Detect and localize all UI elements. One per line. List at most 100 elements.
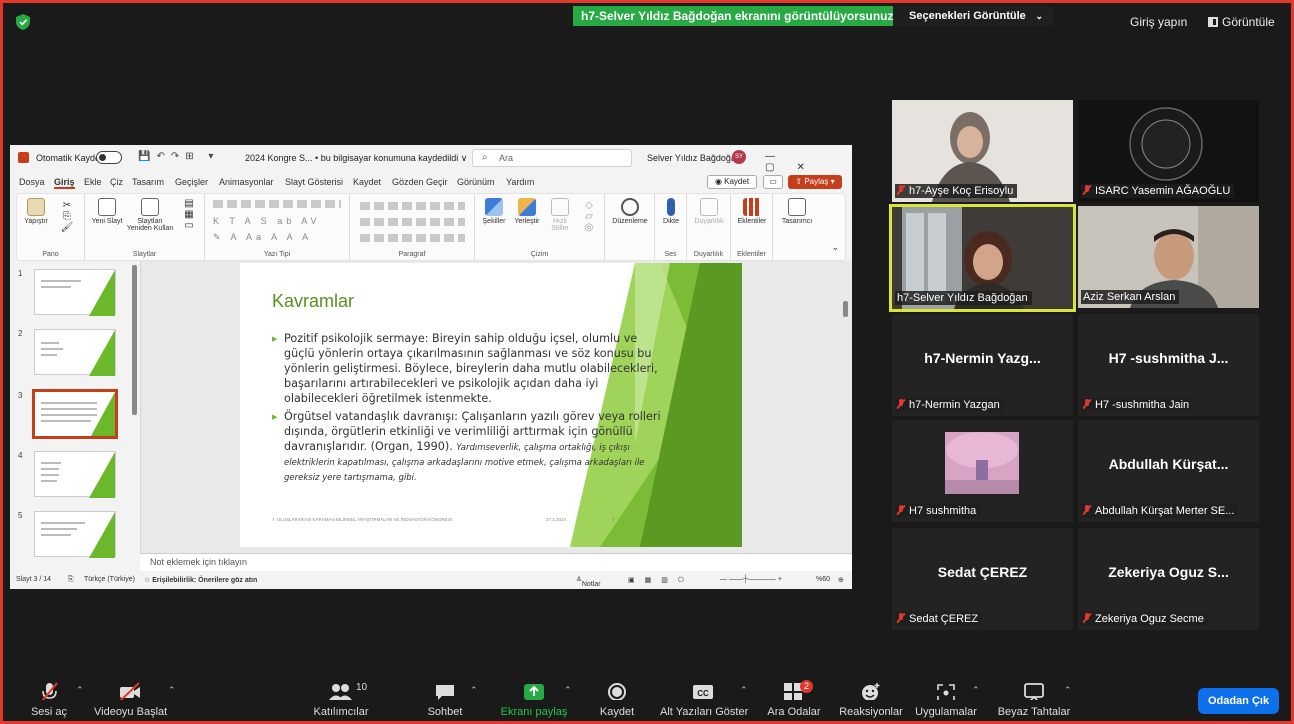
notes-button[interactable]: ≙ Notlar <box>576 576 601 588</box>
menu-kaydet[interactable]: Kaydet <box>353 177 381 187</box>
slide-scrollbar[interactable] <box>840 261 852 551</box>
editing-button[interactable]: Düzenleme <box>609 198 651 225</box>
menu-gozden-gecir[interactable]: Gözden Geçir <box>392 177 448 187</box>
list-buttons[interactable] <box>360 202 465 210</box>
font-color-buttons[interactable]: ✎ A Aa A A A <box>213 232 341 243</box>
shapes-button[interactable]: Şekiller <box>479 198 509 225</box>
font-format-buttons[interactable]: K T A S ab AV <box>213 216 341 226</box>
thumb-number: 1 <box>18 269 23 278</box>
indent-buttons[interactable] <box>360 218 465 226</box>
menu-yardim[interactable]: Yardım <box>506 177 534 187</box>
menu-dosya[interactable]: Dosya <box>19 177 45 187</box>
whiteboard-options-caret[interactable]: ⌃ <box>1064 685 1072 696</box>
reuse-slides-button[interactable]: Slaytları Yeniden Kullan <box>125 198 175 232</box>
addins-button[interactable]: Eklentiler <box>733 198 771 225</box>
reactions-button[interactable]: Reaksiyonlar <box>836 672 906 718</box>
view-button[interactable]: Görüntüle <box>1208 15 1275 29</box>
participants-button[interactable]: 10 Katılımcılar <box>308 672 374 718</box>
view-options-button[interactable]: Seçenekleri Görüntüle ⌄ <box>893 6 1053 26</box>
participant-tile[interactable]: h7-Nermin Yazg... h7-Nermin Yazgan <box>892 314 1073 416</box>
view-buttons[interactable]: ▣▦▥⎔ <box>628 576 694 584</box>
paste-label: Yapıştır <box>24 218 48 225</box>
reactions-icon <box>862 683 880 700</box>
participant-name: H7 -sushmitha Jain <box>1081 398 1194 412</box>
slide-thumbnail[interactable] <box>34 451 116 498</box>
notes-pane[interactable]: Not eklemek için tıklayın <box>140 553 852 571</box>
participant-tile[interactable]: Sedat ÇEREZ Sedat ÇEREZ <box>892 528 1073 630</box>
breakout-badge: 2 <box>800 680 813 693</box>
menu-ekle[interactable]: Ekle <box>84 177 102 187</box>
slide-thumbnail-selected[interactable] <box>32 389 118 439</box>
accessibility-status[interactable]: ☆ Erişilebilirlik: Önerilere göz atın <box>144 576 257 584</box>
ribbon-collapse-icon[interactable]: ⌄ <box>831 242 839 253</box>
menu-tasarim[interactable]: Tasarım <box>132 177 164 187</box>
apps-options-caret[interactable]: ⌃ <box>972 685 980 696</box>
ppt-record-button[interactable]: ◉ Kaydet <box>707 175 757 189</box>
leave-button[interactable]: Odadan Çık <box>1198 688 1279 714</box>
menu-ciz[interactable]: Çiz <box>110 177 123 187</box>
participant-tile[interactable]: Zekeriya Oguz S... Zekeriya Oguz Secme <box>1078 528 1259 630</box>
accessibility-label: Erişilebilirlik: Önerilere göz atın <box>152 577 258 584</box>
quick-styles-button[interactable]: Hızlı Stiller <box>545 198 575 232</box>
fit-slide-icon[interactable]: ⊕ <box>838 576 844 584</box>
breakout-rooms-button[interactable]: 2 Ara Odalar <box>764 672 824 718</box>
participant-tile[interactable]: h7-Ayşe Koç Erisoylu <box>892 100 1073 202</box>
slide-thumbnail[interactable] <box>34 269 116 316</box>
ppt-search-input[interactable]: ⌕ Ara <box>472 149 632 167</box>
sign-in-link[interactable]: Giriş yapın <box>1130 15 1187 29</box>
slide-thumbnail[interactable] <box>34 511 116 558</box>
language-status[interactable]: Türkçe (Türkiye) <box>84 576 135 583</box>
autosave-toggle[interactable] <box>96 151 122 164</box>
font-name-select[interactable] <box>213 200 341 208</box>
chat-options-caret[interactable]: ⌃ <box>470 685 478 696</box>
thumbnail-scrollbar[interactable] <box>132 265 137 415</box>
menu-slayt-gosterisi[interactable]: Slayt Gösterisi <box>285 177 343 187</box>
menu-animasyonlar[interactable]: Animasyonlar <box>219 177 274 187</box>
start-video-button[interactable]: Videoyu Başlat <box>94 672 167 718</box>
captions-button[interactable]: CC Alt Yazıları Göster <box>660 672 748 718</box>
chat-button[interactable]: Sohbet <box>420 672 470 718</box>
audio-options-caret[interactable]: ⌃ <box>76 685 84 696</box>
designer-button[interactable]: Tasarımcı <box>777 198 817 225</box>
window-controls[interactable]: —▢✕ <box>765 151 852 173</box>
participant-tile-active-speaker[interactable]: h7-Selver Yıldız Bağdoğan <box>889 204 1076 312</box>
align-buttons[interactable] <box>360 234 465 242</box>
menu-gecisler[interactable]: Geçişler <box>175 177 208 187</box>
slide-body: Pozitif psikolojik sermaye: Bireyin sahi… <box>272 331 662 487</box>
share-screen-button[interactable]: Ekranı paylaş <box>500 672 568 718</box>
spellcheck-icon[interactable]: ⎘ <box>68 576 74 584</box>
slide-canvas[interactable]: Kavramlar Pozitif psikolojik sermaye: Bi… <box>240 263 742 547</box>
participant-tile[interactable]: H7 -sushmitha J... H7 -sushmitha Jain <box>1078 314 1259 416</box>
share-options-caret[interactable]: ⌃ <box>564 685 572 696</box>
arrange-button[interactable]: Yerleştir <box>511 198 543 225</box>
layout-icons[interactable]: ▤ ▦ ▭ <box>179 198 199 231</box>
quick-access-icons[interactable]: 💾↶↷⊞ ▾ <box>138 151 219 162</box>
ppt-share-button[interactable]: ⇧ Paylaş ▾ <box>788 175 842 189</box>
record-button[interactable]: Kaydet <box>592 672 642 718</box>
muted-mic-icon <box>897 185 905 195</box>
slide-thumbnail[interactable] <box>34 329 116 376</box>
pane-divider[interactable] <box>140 261 141 571</box>
menu-gorunum[interactable]: Görünüm <box>457 177 495 187</box>
slide-thumbnail-pane: 1 2 3 4 5 <box>10 261 140 571</box>
fill-outline-icons[interactable]: ◇ ▱ ◎ <box>579 200 599 233</box>
comment-icon[interactable]: ▭ <box>763 175 783 189</box>
paste-button[interactable]: Yapıştır <box>21 198 51 225</box>
video-options-caret[interactable]: ⌃ <box>168 685 176 696</box>
participant-tile[interactable]: H7 sushmitha <box>892 420 1073 522</box>
sensitivity-button[interactable]: Duyarlılık <box>689 198 729 225</box>
captions-options-caret[interactable]: ⌃ <box>740 685 748 696</box>
unmute-button[interactable]: Sesi aç <box>22 672 76 718</box>
participant-tile[interactable]: Abdullah Kürşat... Abdullah Kürşat Merte… <box>1078 420 1259 522</box>
new-slide-button[interactable]: Yeni Slayt <box>91 198 123 225</box>
zoom-level[interactable]: %60 <box>816 576 830 583</box>
participant-tile[interactable]: ISARC Yasemin AĞAOĞLU <box>1078 100 1259 202</box>
whiteboards-button[interactable]: Beyaz Tahtalar <box>994 672 1074 718</box>
participant-tile[interactable]: Aziz Serkan Arslan <box>1078 206 1259 308</box>
menu-giris[interactable]: Giriş <box>54 177 75 189</box>
avatar[interactable]: SY <box>732 150 746 164</box>
cut-copy-icons[interactable]: ✂ ⎘ 🖌 <box>55 200 79 233</box>
zoom-slider[interactable]: — ——┼———— + <box>720 576 782 583</box>
dictate-button[interactable]: Dikte <box>657 198 685 225</box>
document-name[interactable]: 2024 Kongre S... • bu bilgisayar konumun… <box>245 153 467 164</box>
